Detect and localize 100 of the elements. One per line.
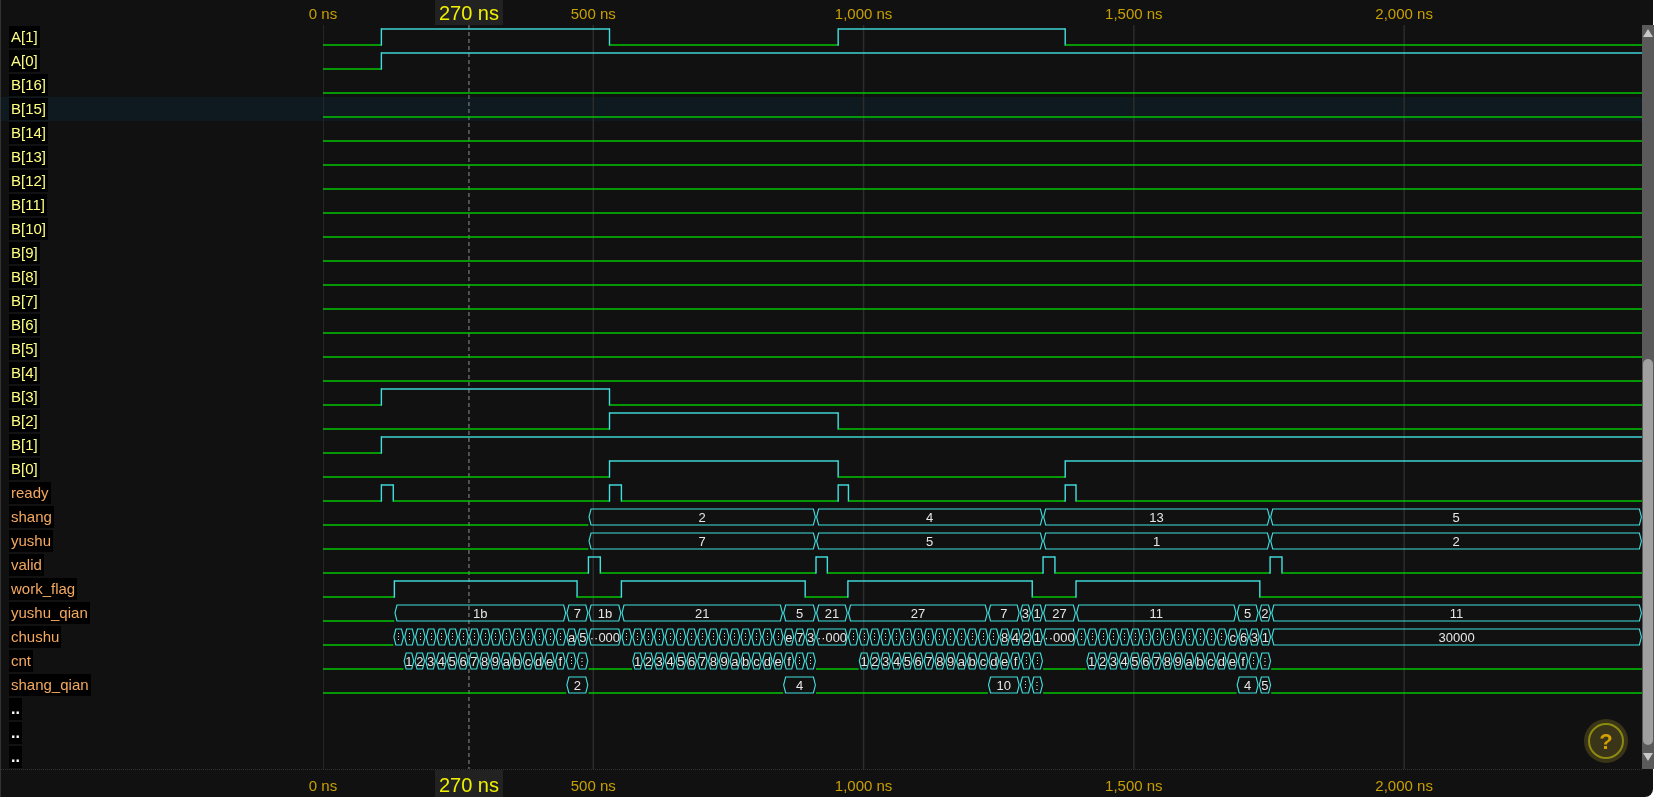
signal-name[interactable]: chushu: [9, 626, 62, 648]
signal-name[interactable]: B[4]: [9, 362, 40, 384]
bus-value: ⋮: [891, 628, 902, 646]
bus-value: 27: [847, 604, 988, 622]
bus-value: ⋮: [1162, 628, 1174, 646]
bus-value: 11: [1076, 604, 1237, 622]
signal-name[interactable]: A[0]: [9, 50, 40, 72]
bus-value: ⋮: [675, 628, 687, 646]
bus-value: 2: [588, 508, 816, 526]
bus-value: 3: [1019, 604, 1032, 622]
signal-name[interactable]: B[5]: [9, 338, 40, 360]
bus-value: d: [988, 652, 1000, 670]
bus-value: ⋮: [923, 628, 935, 646]
bus-value: ⋮: [1216, 628, 1228, 646]
signal-name[interactable]: ..: [9, 746, 22, 768]
bus-value: 7: [794, 628, 806, 646]
bus-value: a: [1183, 652, 1195, 670]
signal-name[interactable]: yushu_qian: [9, 602, 90, 624]
bus-value: 5: [1129, 652, 1141, 670]
bus-value: ⋮: [718, 628, 730, 646]
time-tick-label: 2,000 ns: [1375, 5, 1433, 22]
bus-value: f: [783, 652, 795, 670]
signal-name[interactable]: ..: [9, 698, 22, 720]
signal-name[interactable]: B[8]: [9, 266, 40, 288]
signal-name[interactable]: B[9]: [9, 242, 40, 264]
bus-value: e: [1226, 652, 1238, 670]
bus-value: ⋮: [1097, 628, 1109, 646]
bus-value: 1: [858, 652, 870, 670]
bus-value: 5: [446, 652, 458, 670]
bus-value: e: [772, 652, 784, 670]
bus-value: ⋮: [794, 652, 806, 670]
bus-value: 9: [945, 652, 956, 670]
scroll-up-icon[interactable]: [1643, 29, 1653, 37]
bus-value: ⋮: [653, 628, 665, 646]
signal-name[interactable]: B[3]: [9, 386, 40, 408]
signal-name[interactable]: B[16]: [9, 74, 49, 96]
bus-value: 5: [1258, 676, 1272, 694]
signal-name[interactable]: yushu: [9, 530, 54, 552]
scroll-down-icon[interactable]: [1643, 753, 1653, 761]
bus-value: ⋮: [533, 628, 545, 646]
bus-value: 2: [414, 652, 426, 670]
bus-value: ⋮: [1173, 628, 1185, 646]
bus-value: ⋮: [1020, 652, 1032, 670]
bus-value: ⋮: [945, 628, 956, 646]
signal-name[interactable]: shang_qian: [9, 674, 91, 696]
signal-name[interactable]: cnt: [9, 650, 33, 672]
time-tick-label: 2,000 ns: [1375, 777, 1433, 794]
time-tick-label: 1,000 ns: [834, 5, 893, 22]
bus-value: d: [533, 652, 545, 670]
signal-name[interactable]: valid: [9, 554, 44, 576]
bus-value: ⋮: [956, 628, 967, 646]
scrollbar-thumb[interactable]: [1643, 359, 1653, 745]
signal-name[interactable]: B[1]: [9, 434, 40, 456]
bus-value: 27: [1043, 604, 1076, 622]
bus-value: 30000: [1271, 628, 1642, 646]
bus-value: ⋮: [1119, 628, 1131, 646]
bus-value: ⋮: [977, 628, 989, 646]
signal-name[interactable]: work_flag: [9, 578, 78, 600]
signal-name[interactable]: B[12]: [9, 170, 49, 192]
bus-value: 13: [1043, 508, 1271, 526]
bus-value: 5: [816, 532, 1043, 550]
scrollbar[interactable]: [1642, 25, 1654, 769]
bus-value: 5: [902, 652, 913, 670]
bus-value: ⋮: [621, 628, 633, 646]
signal-name[interactable]: shang: [9, 506, 54, 528]
signal-name[interactable]: B[13]: [9, 146, 49, 168]
bus-value: ⋮: [664, 628, 676, 646]
signal-name[interactable]: B[14]: [9, 122, 49, 144]
bus-value: 7: [923, 652, 935, 670]
signal-name[interactable]: B[6]: [9, 314, 40, 336]
bus-value: 2: [1020, 628, 1032, 646]
time-tick-label: 1,500 ns: [1105, 777, 1163, 794]
signal-name[interactable]: B[10]: [9, 218, 49, 240]
signal-name[interactable]: B[0]: [9, 458, 40, 480]
bus-value: 3: [425, 652, 436, 670]
bus-value: 3: [653, 652, 665, 670]
bus-value: ⋮: [1140, 628, 1152, 646]
help-button[interactable]: ?: [1584, 719, 1628, 763]
bus-value: 2: [1258, 604, 1272, 622]
bus-value: e: [999, 652, 1011, 670]
bus-value: 8: [1162, 652, 1173, 670]
signal-name[interactable]: ..: [9, 722, 22, 744]
bus-value: a: [566, 628, 578, 646]
bus-value: ⋮: [988, 628, 1000, 646]
time-tick-label: 500 ns: [570, 5, 616, 22]
signal-name[interactable]: ready: [9, 482, 51, 504]
bus-value: 1: [1031, 628, 1043, 646]
bus-value: 5: [1236, 604, 1259, 622]
bus-value: 7: [697, 652, 708, 670]
signal-name[interactable]: B[2]: [9, 410, 40, 432]
bus-value: ⋮: [393, 628, 405, 646]
signal-name[interactable]: B[7]: [9, 290, 40, 312]
time-cursor-line[interactable]: [468, 25, 470, 769]
signal-name[interactable]: A[1]: [9, 26, 40, 48]
bus-value: a: [729, 652, 741, 670]
signal-name[interactable]: B[15]: [9, 98, 49, 120]
bus-value: ⋮: [425, 628, 437, 646]
bus-value: 1: [632, 652, 643, 670]
bus-value: 6: [1238, 628, 1249, 646]
signal-name[interactable]: B[11]: [9, 194, 47, 216]
